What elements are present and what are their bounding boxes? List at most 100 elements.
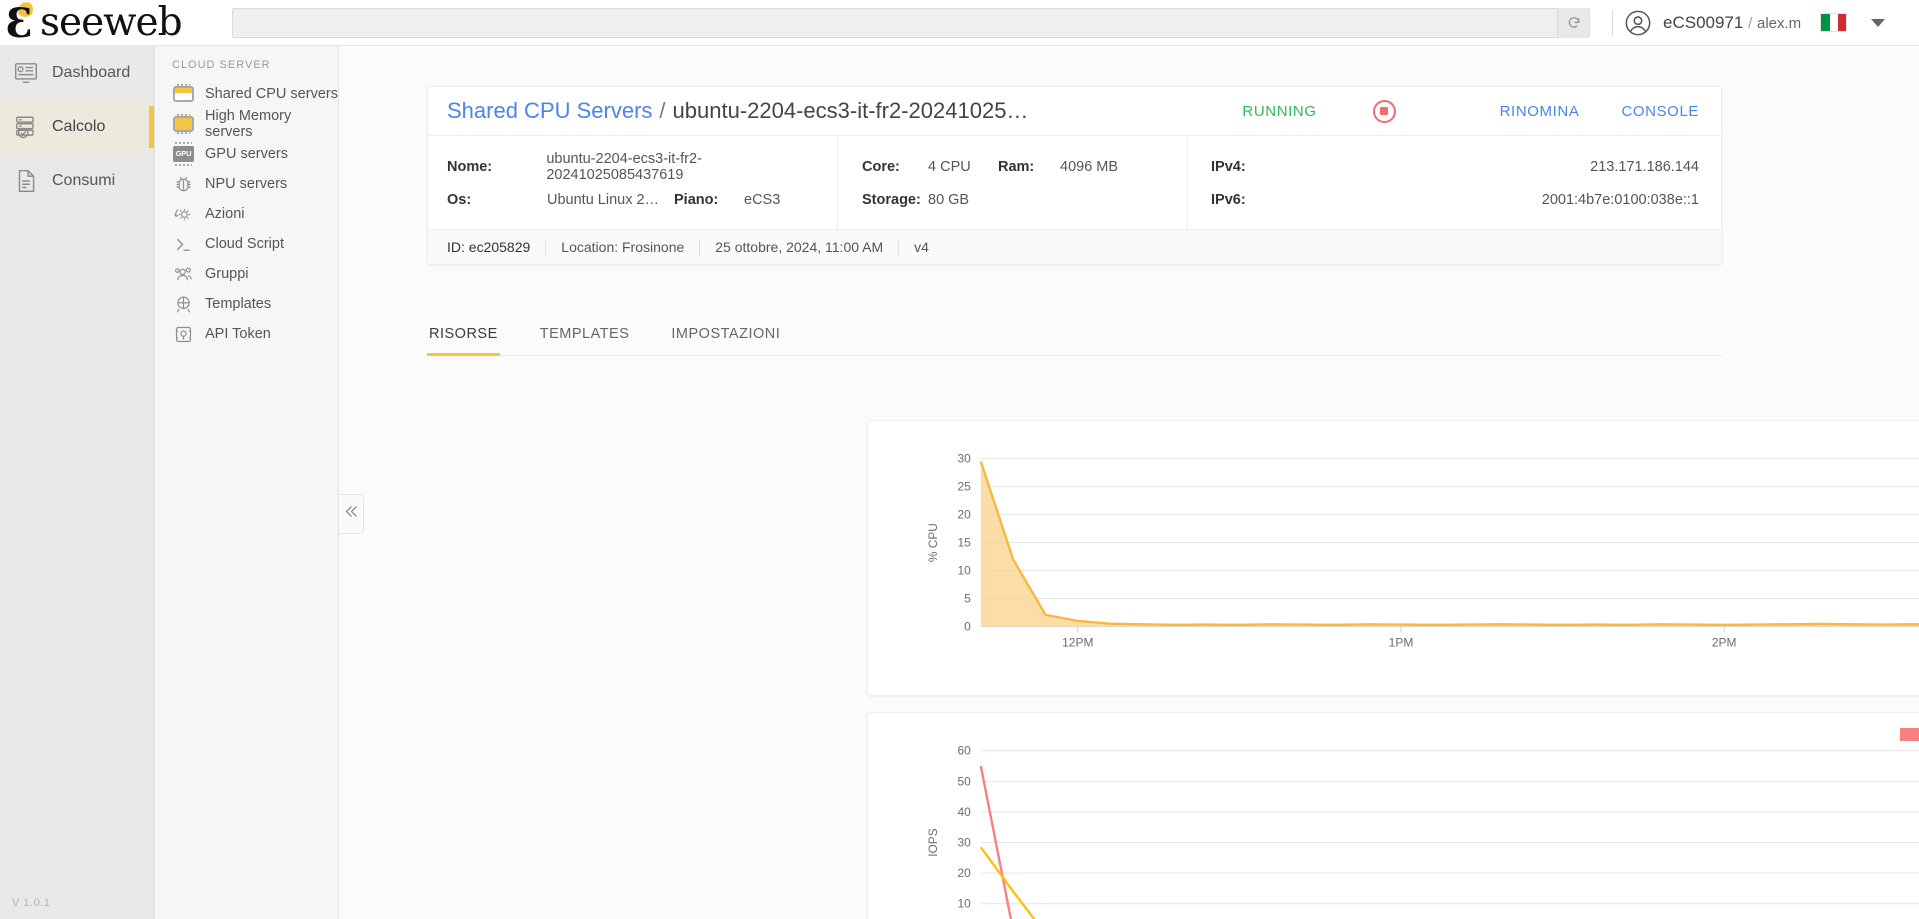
server-meta-row: ID: ec205829 Location: Frosinone 25 otto… xyxy=(428,230,1721,264)
collapse-sidebar-button[interactable] xyxy=(339,494,364,534)
field-nome: Nome: ubuntu-2204-ecs3-it-fr2-2024102508… xyxy=(447,150,837,183)
svg-text:12PM: 12PM xyxy=(1062,635,1093,649)
dashboard-icon xyxy=(13,60,39,86)
gpu-chip-icon: GPU xyxy=(173,141,194,166)
meta-version: v4 xyxy=(914,239,929,255)
subnav-item-label: Templates xyxy=(205,296,272,312)
svg-text:30: 30 xyxy=(958,452,972,466)
secondary-sidebar: CLOUD SERVER Shared CPU servers High Mem… xyxy=(156,46,339,919)
sidebar-item-npu-servers[interactable]: NPU servers xyxy=(156,169,338,199)
sidebar-item-consumi[interactable]: Consumi xyxy=(0,154,154,208)
actions-gear-icon xyxy=(173,204,194,225)
field-ipv6: IPv6: 2001:4b7e:0100:038e::1 xyxy=(1211,183,1699,216)
account-separator: / xyxy=(1748,14,1753,32)
field-value: ubuntu-2204-ecs3-it-fr2-2024102508543761… xyxy=(546,150,702,183)
api-token-icon xyxy=(173,324,194,345)
field-core-ram: Core: 4 CPU Ram: 4096 MB xyxy=(862,150,1187,183)
status-badge: RUNNING xyxy=(1242,102,1317,120)
meta-id-label: ID: xyxy=(447,239,465,255)
field-value: 4096 MB xyxy=(1060,158,1119,175)
field-storage: Storage: 80 GB xyxy=(862,183,1187,216)
console-button[interactable]: CONSOLE xyxy=(1621,103,1699,120)
field-ipv4: IPv4: 213.171.186.144 xyxy=(1211,150,1699,183)
iops-plot: 0102030405060IOPS12PM1PM2PM3PM xyxy=(926,744,1919,919)
field-value: eCS3 xyxy=(744,191,781,208)
brand-name: seeweb xyxy=(40,0,183,45)
field-value: 80 GB xyxy=(928,191,970,208)
subnav-item-label: Azioni xyxy=(205,206,245,222)
template-icon xyxy=(173,294,194,315)
refresh-icon[interactable] xyxy=(1557,7,1589,38)
svg-text:15: 15 xyxy=(958,536,972,550)
server-detail-header: Shared CPU Servers / ubuntu-2204-ecs3-it… xyxy=(428,87,1721,136)
app-version: V 1.0.1 xyxy=(12,897,51,909)
cpu-chip-full-icon xyxy=(173,113,194,135)
field-value: 4 CPU xyxy=(928,158,971,175)
svg-text:30: 30 xyxy=(958,836,972,850)
tab-templates[interactable]: TEMPLATES xyxy=(538,322,632,353)
sidebar-item-calcolo[interactable]: Calcolo xyxy=(0,100,154,154)
search-input[interactable] xyxy=(233,8,1549,37)
svg-text:10: 10 xyxy=(958,564,972,578)
field-label: Ram: xyxy=(998,158,1035,175)
field-value: Ubuntu Linux 2… xyxy=(547,191,660,208)
iops-chart-card: Write IOPS Read IOPS 0102030405060IOPS12… xyxy=(867,712,1919,919)
rename-button[interactable]: RINOMINA xyxy=(1500,103,1580,120)
breadcrumb-parent-link[interactable]: Shared CPU Servers xyxy=(447,98,652,124)
divider xyxy=(1612,9,1613,36)
tab-risorse[interactable]: RISORSE xyxy=(427,322,500,356)
document-icon xyxy=(13,168,39,194)
sidebar-item-label: Consumi xyxy=(52,172,116,189)
cpu-usage-plot: 051015202530% CPU12PM1PM2PM3PM xyxy=(926,452,1919,649)
cpu-chip-half-icon xyxy=(173,83,194,105)
breadcrumb-separator: / xyxy=(659,98,666,123)
main-content: Shared CPU Servers / ubuntu-2204-ecs3-it… xyxy=(340,46,1919,919)
tab-label: IMPOSTAZIONI xyxy=(671,326,781,342)
sidebar-item-dashboard[interactable]: Dashboard xyxy=(0,46,154,100)
account-id: eCS00971 xyxy=(1663,12,1744,32)
divider xyxy=(545,238,547,256)
tab-impostazioni[interactable]: IMPOSTAZIONI xyxy=(669,322,782,353)
subnav-item-label: Gruppi xyxy=(205,266,249,282)
brand-logo[interactable]: 3 seeweb xyxy=(0,0,190,47)
sidebar-item-label: Dashboard xyxy=(52,64,131,81)
subnav-item-label: High Memory servers xyxy=(205,108,292,140)
sidebar-item-high-memory-servers[interactable]: High Memory servers xyxy=(156,108,338,140)
primary-sidebar: Dashboard Calcolo Consumi V 1.0.1 xyxy=(0,46,155,919)
field-label: IPv6: xyxy=(1211,191,1246,208)
svg-text:2PM: 2PM xyxy=(1712,635,1737,649)
account-label: eCS00971 / alex.m xyxy=(1663,13,1801,33)
tab-label: RISORSE xyxy=(429,326,498,342)
detail-tabs: RISORSE TEMPLATES IMPOSTAZIONI xyxy=(427,322,1722,356)
sidebar-item-azioni[interactable]: Azioni xyxy=(156,199,338,229)
sidebar-item-templates[interactable]: Templates xyxy=(156,289,338,319)
field-label: IPv4: xyxy=(1211,158,1246,175)
chevron-down-icon[interactable] xyxy=(1871,18,1886,27)
cpu-usage-chart-card: CPU Usage 051015202530% CPU12PM1PM2PM3PM xyxy=(867,420,1919,696)
subnav-item-label: API Token xyxy=(205,326,271,342)
field-label: Core: xyxy=(862,158,900,175)
account-menu[interactable]: eCS00971 / alex.m xyxy=(1612,0,1899,46)
svg-text:20: 20 xyxy=(958,866,972,880)
svg-text:0: 0 xyxy=(964,620,971,634)
account-user: alex.m xyxy=(1756,14,1802,32)
breadcrumb-current: ubuntu-2204-ecs3-it-fr2-20241025… xyxy=(672,98,1029,123)
field-column-hardware: Core: 4 CPU Ram: 4096 MB Storage: 80 GB xyxy=(838,136,1188,229)
subnav-item-label: Shared CPU servers xyxy=(205,86,338,102)
sidebar-item-gpu-servers[interactable]: GPU GPU servers xyxy=(156,139,338,169)
global-search[interactable] xyxy=(232,7,1590,38)
italy-flag-icon[interactable] xyxy=(1820,13,1848,32)
meta-created-date: 25 ottobre, 2024, 11:00 AM xyxy=(715,239,884,255)
sidebar-item-api-token[interactable]: API Token xyxy=(156,319,338,349)
sidebar-item-gruppi[interactable]: Gruppi xyxy=(156,259,338,289)
divider xyxy=(898,238,900,256)
double-chevron-left-icon xyxy=(343,503,360,526)
user-avatar-icon xyxy=(1624,9,1652,37)
sidebar-item-shared-cpu-servers[interactable]: Shared CPU servers xyxy=(156,79,338,109)
field-column-identity: Nome: ubuntu-2204-ecs3-it-fr2-2024102508… xyxy=(428,136,838,229)
subnav-item-label: Cloud Script xyxy=(205,236,284,252)
sidebar-item-label: Calcolo xyxy=(52,118,106,135)
svg-text:25: 25 xyxy=(958,480,972,494)
sidebar-item-cloud-script[interactable]: Cloud Script xyxy=(156,229,338,259)
stop-circle-icon[interactable] xyxy=(1372,99,1396,123)
